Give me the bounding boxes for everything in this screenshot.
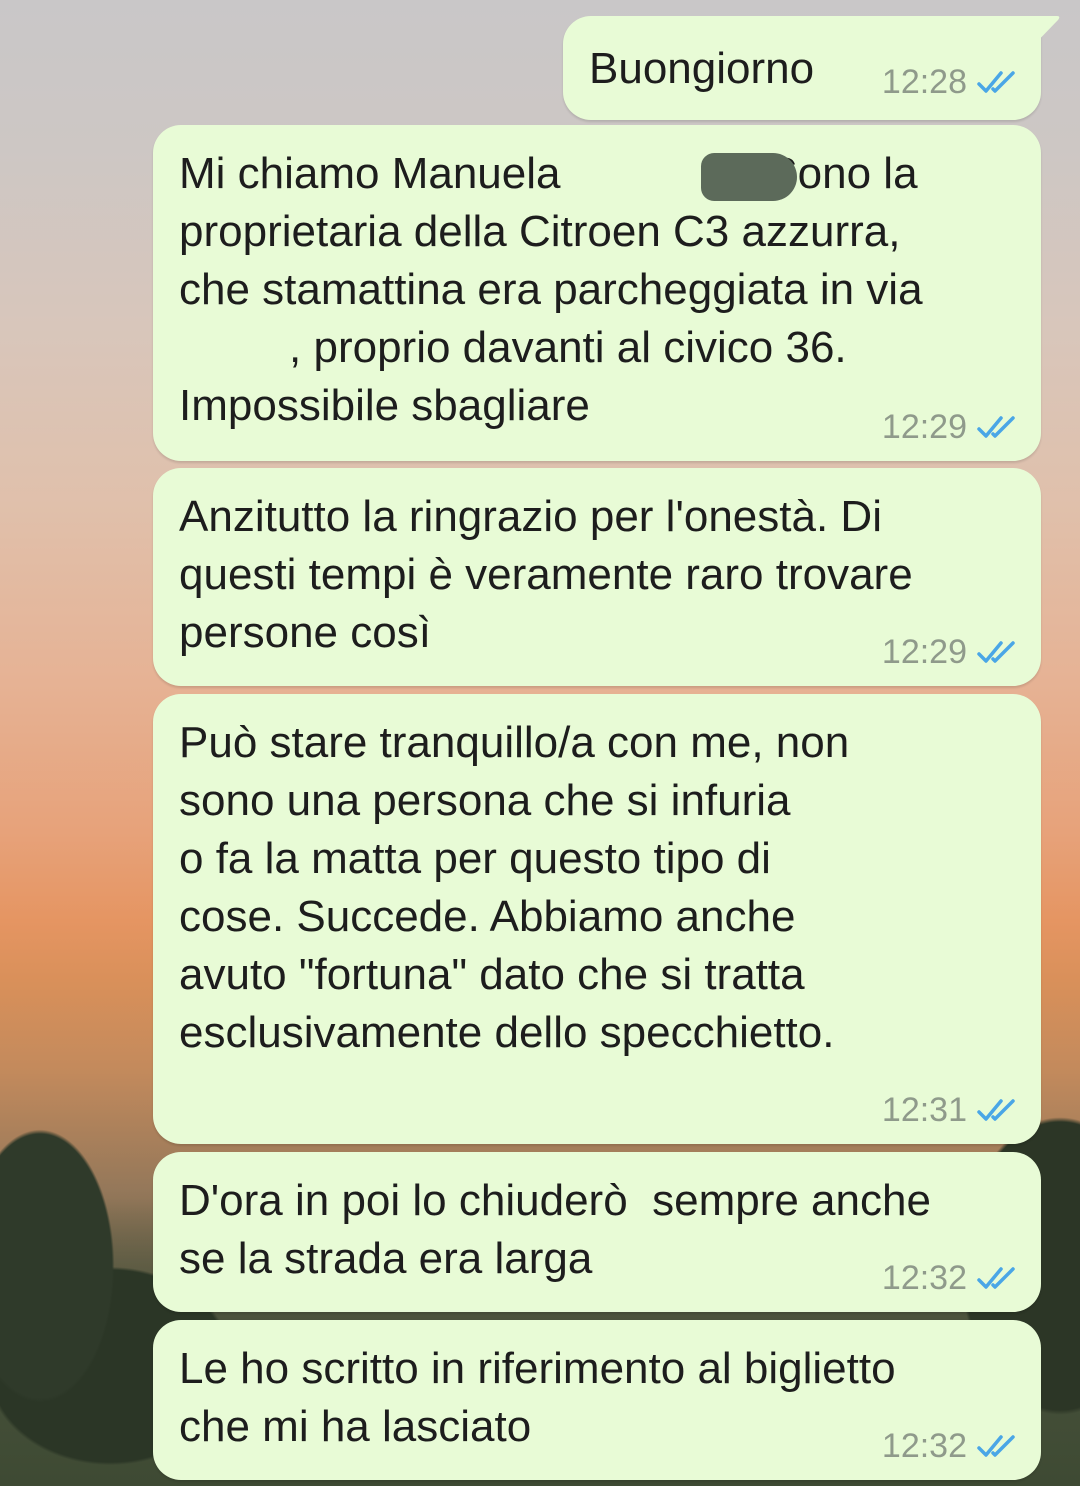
double-check-icon xyxy=(977,1435,1015,1457)
double-check-icon xyxy=(977,71,1015,93)
message-bubble[interactable]: Anzitutto la ringrazio per l'onestà. Di … xyxy=(153,468,1041,686)
message-meta: 12:29 xyxy=(882,632,1019,672)
message-bubble[interactable]: Può stare tranquillo/a con me, non sono … xyxy=(153,694,1041,1144)
bubble-tail xyxy=(1021,16,1060,50)
double-check-icon xyxy=(977,416,1015,438)
message-time: 12:29 xyxy=(881,408,967,446)
redacted-surname xyxy=(701,153,797,201)
message-time: 12:32 xyxy=(881,1427,967,1465)
message-meta: 12:28 xyxy=(882,62,1019,102)
chat-message-list[interactable]: Buongiorno 12:28 Mi chiamo Manuela Sono … xyxy=(0,0,1080,1486)
double-check-icon xyxy=(977,641,1015,663)
message-meta: 12:32 xyxy=(882,1258,1019,1298)
message-bubble[interactable]: Mi chiamo Manuela Sono la proprietaria d… xyxy=(153,125,1041,461)
message-meta: 12:31 xyxy=(882,1090,1019,1130)
message-time: 12:28 xyxy=(881,63,967,101)
message-meta: 12:32 xyxy=(882,1426,1019,1466)
message-meta: 12:29 xyxy=(882,407,1019,447)
message-time: 12:31 xyxy=(881,1091,967,1129)
message-bubble[interactable]: Buongiorno 12:28 xyxy=(563,16,1060,120)
message-bubble[interactable]: D'ora in poi lo chiuderò sempre anche se… xyxy=(153,1152,1041,1312)
message-time: 12:29 xyxy=(881,633,967,671)
message-text: Può stare tranquillo/a con me, non sono … xyxy=(179,718,850,1057)
double-check-icon xyxy=(977,1267,1015,1289)
message-bubble[interactable]: Le ho scritto in riferimento al bigliett… xyxy=(153,1320,1041,1480)
message-text: Mi chiamo Manuela Sono la proprietaria d… xyxy=(179,149,923,430)
message-time: 12:32 xyxy=(881,1259,967,1297)
double-check-icon xyxy=(977,1099,1015,1121)
